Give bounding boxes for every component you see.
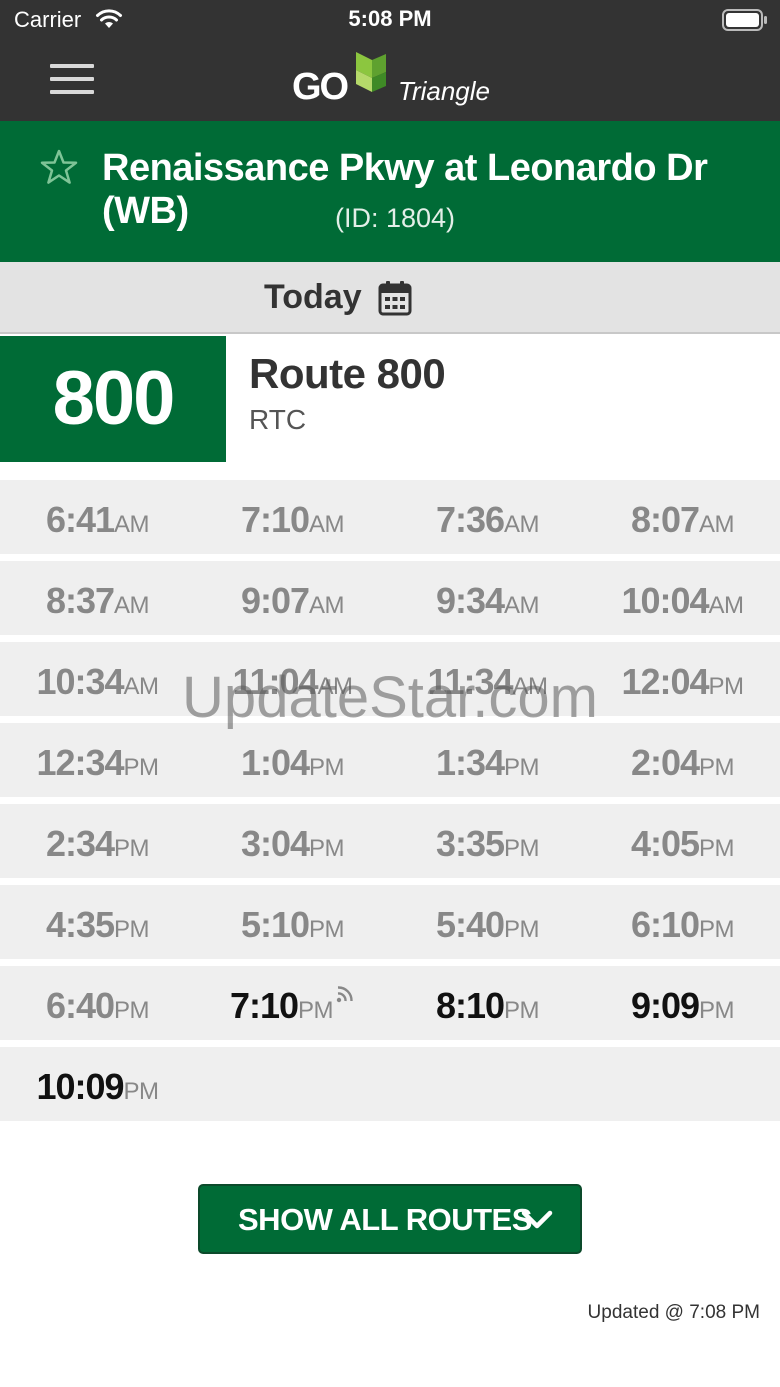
departure-time[interactable]: 9:07AM [195,561,390,635]
departure-time-upcoming[interactable]: 8:10PM [390,966,585,1040]
departure-time[interactable]: 12:04PM [585,642,780,716]
chevron-down-icon [521,1210,553,1229]
departure-time[interactable]: 10:04AM [585,561,780,635]
logo-go-text: GO [292,66,349,108]
departure-time[interactable]: 8:37AM [0,561,195,635]
realtime-signal-icon [336,986,353,1003]
logo-mark-icon [356,52,386,92]
route-header[interactable]: 800 Route 800 RTC [0,336,780,462]
top-bar: Carrier 5:08 PM GO Triangle [0,0,780,121]
departure-time[interactable]: 5:10PM [195,885,390,959]
times-row: 8:37AM 9:07AM 9:34AM 10:04AM [0,561,780,635]
departure-time-realtime[interactable]: 7:10PM [195,966,390,1040]
departure-time[interactable]: 4:05PM [585,804,780,878]
times-row: 12:34PM 1:04PM 1:34PM 2:04PM [0,723,780,797]
departure-time[interactable]: 1:34PM [390,723,585,797]
departure-time[interactable]: 11:04AM [195,642,390,716]
departure-time[interactable]: 10:34AM [0,642,195,716]
show-all-routes-label: SHOW ALL ROUTES [238,1202,532,1237]
departure-time[interactable]: 1:04PM [195,723,390,797]
departure-time[interactable]: 12:34PM [0,723,195,797]
departure-time[interactable]: 2:34PM [0,804,195,878]
battery-icon [722,9,767,31]
status-bar: Carrier 5:08 PM [0,0,780,40]
menu-icon[interactable] [50,64,94,94]
stop-id: (ID: 1804) [334,203,456,233]
departure-time[interactable]: 8:07AM [585,480,780,554]
departure-time[interactable]: 6:41AM [0,480,195,554]
departure-time[interactable]: 3:04PM [195,804,390,878]
date-label: Today [264,278,362,316]
show-all-routes-button[interactable]: SHOW ALL ROUTES [198,1184,582,1254]
departure-time[interactable]: 3:35PM [390,804,585,878]
departure-time[interactable]: 5:40PM [390,885,585,959]
departure-time[interactable]: 11:34AM [390,642,585,716]
departure-time[interactable]: 6:10PM [585,885,780,959]
route-number-badge: 800 [0,336,226,462]
times-row: 10:34AM 11:04AM 11:34AM 12:04PM [0,642,780,716]
departure-time[interactable]: 6:40PM [0,966,195,1040]
stop-header: Renaissance Pkwy at Leonardo Dr (WB) (ID… [0,121,780,262]
updated-timestamp: Updated @ 7:08 PM [587,1302,760,1323]
departure-time-upcoming[interactable]: 10:09PM [0,1047,195,1121]
route-name: Route 800 [249,350,446,397]
departure-time-upcoming[interactable]: 9:09PM [585,966,780,1040]
times-row: 2:34PM 3:04PM 3:35PM 4:05PM [0,804,780,878]
times-row: 6:40PM 7:10PM 8:10PM 9:09PM [0,966,780,1040]
logo-triangle-text: Triangle [398,76,491,106]
departure-time[interactable]: 4:35PM [0,885,195,959]
route-subtitle: RTC [249,404,307,435]
times-row: 6:41AM 7:10AM 7:36AM 8:07AM [0,480,780,554]
departure-time[interactable]: 7:36AM [390,480,585,554]
calendar-icon[interactable] [378,280,412,316]
departure-time[interactable]: 7:10AM [195,480,390,554]
times-row: 10:09PM [0,1047,780,1121]
status-time: 5:08 PM [348,6,432,31]
star-icon[interactable] [40,149,78,185]
times-row: 4:35PM 5:10PM 5:40PM 6:10PM [0,885,780,959]
departure-time[interactable]: 2:04PM [585,723,780,797]
departure-time[interactable]: 9:34AM [390,561,585,635]
go-triangle-logo: GO Triangle [292,50,492,110]
